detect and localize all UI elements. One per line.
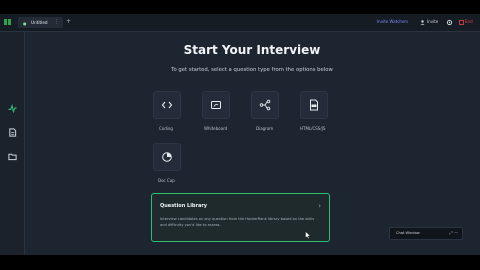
question-type-label: Doc Cap [158, 178, 175, 183]
end-icon [459, 20, 464, 25]
settings-icon[interactable] [446, 19, 453, 26]
activity-icon[interactable] [8, 104, 17, 113]
chat-window-label: Chat Window [396, 231, 420, 235]
page-subtitle: To get started, select a question type f… [171, 67, 333, 73]
top-bar: ● Untitled ⋮ + Invite Watchers Invite En… [0, 14, 480, 32]
question-type-diagram[interactable] [251, 91, 279, 119]
library-description: Interview candidates on any question fro… [160, 217, 315, 227]
invite-watchers-link[interactable]: Invite Watchers [377, 19, 408, 24]
page-title: Start Your Interview [183, 43, 321, 57]
tab-untitled[interactable]: ● Untitled ⋮ [18, 17, 63, 28]
html-file-icon [310, 99, 318, 111]
question-type-html[interactable] [300, 91, 328, 119]
question-type-label: Diagram [256, 126, 274, 131]
question-type-label: Whiteboard [204, 126, 228, 131]
folder-icon[interactable] [8, 152, 17, 161]
question-type-doc-cap[interactable] [153, 143, 181, 171]
tab-menu-icon[interactable]: ⋮ [54, 19, 59, 25]
question-type-whiteboard[interactable] [202, 91, 230, 119]
invite-user-icon [420, 20, 425, 25]
left-sidebar [0, 32, 25, 255]
pie-chart-icon [162, 152, 172, 162]
document-icon[interactable] [8, 128, 17, 137]
app-logo-icon[interactable] [4, 19, 11, 25]
code-icon [161, 101, 173, 109]
whiteboard-icon [211, 101, 221, 109]
chevron-right-icon: › [318, 202, 321, 210]
expand-minimize-icon[interactable]: ⤢ — [450, 230, 458, 235]
pin-icon: ● [23, 21, 27, 26]
end-interview-button[interactable]: End [465, 19, 473, 24]
question-type-coding[interactable] [153, 91, 181, 119]
invite-button[interactable]: Invite [427, 19, 438, 24]
chat-window-widget[interactable]: Chat Window ⤢ — [389, 227, 463, 240]
new-tab-button[interactable]: + [66, 17, 71, 27]
question-library-card[interactable]: Question Library › Interview candidates … [151, 193, 330, 242]
tab-label: Untitled [31, 20, 48, 25]
mouse-cursor-icon [305, 231, 311, 239]
library-title: Question Library [160, 203, 208, 209]
diagram-icon [259, 99, 271, 111]
question-type-label: Coding [159, 126, 173, 131]
question-type-label: HTML/CSS/JS [300, 126, 326, 131]
